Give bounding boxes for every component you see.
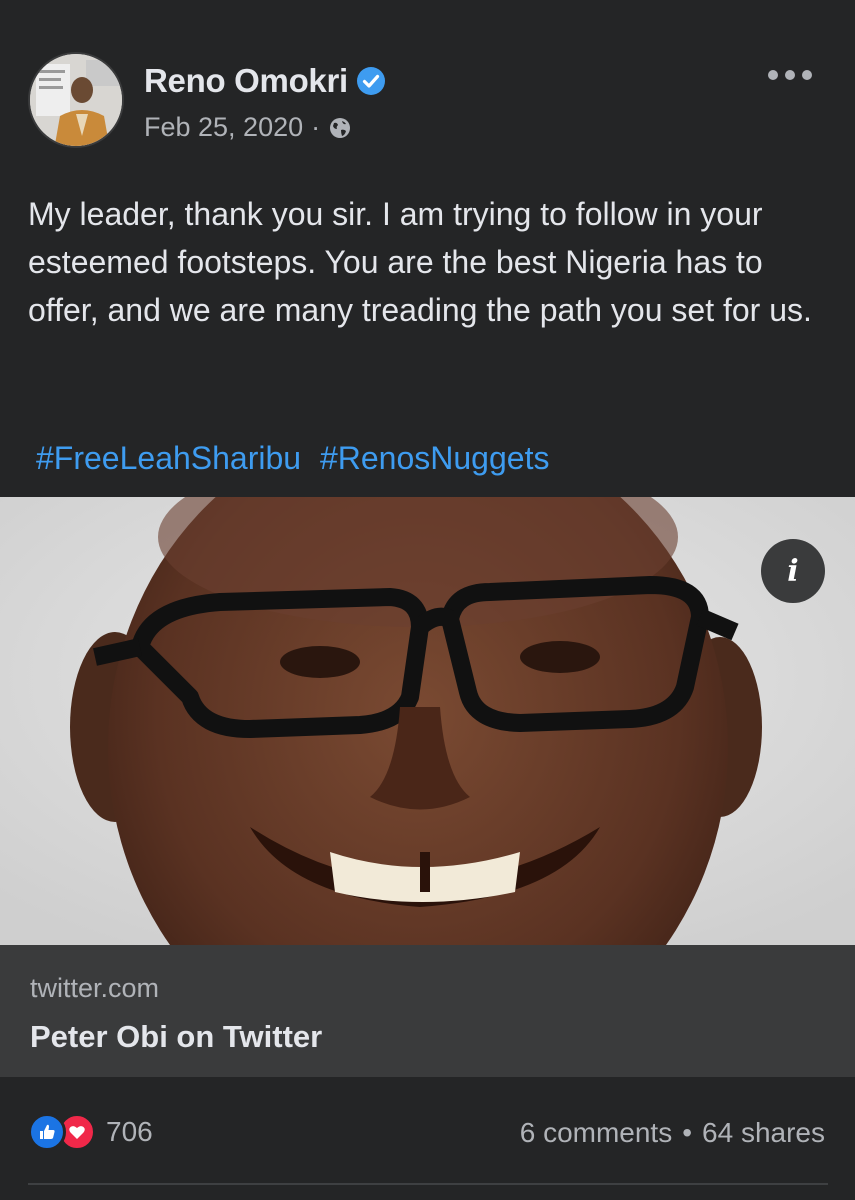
hashtag-link[interactable]: #FreeLeahSharibu: [36, 440, 301, 476]
dot: [802, 70, 812, 80]
author-avatar[interactable]: [28, 52, 124, 148]
comment-share-counts: 6 comments • 64 shares: [520, 1117, 825, 1149]
dot: [768, 70, 778, 80]
avatar-image: [30, 54, 122, 146]
post-date[interactable]: Feb 25, 2020: [144, 112, 303, 143]
post-header: Reno Omokri Feb 25, 2020 ·: [28, 52, 828, 152]
meta-separator: ·: [311, 112, 321, 142]
counts-separator: •: [682, 1117, 693, 1148]
portrait-photo: [0, 497, 855, 945]
comments-count[interactable]: 6 comments: [520, 1117, 673, 1149]
dot: [785, 70, 795, 80]
verified-badge-icon: [356, 67, 385, 95]
reaction-count: 706: [106, 1116, 153, 1147]
post-card: Reno Omokri Feb 25, 2020 · My leader, th…: [0, 0, 855, 1200]
shares-count[interactable]: 64 shares: [702, 1117, 825, 1149]
more-options-icon[interactable]: [768, 60, 812, 90]
link-preview-card[interactable]: twitter.com Peter Obi on Twitter: [0, 945, 855, 1077]
like-icon: [28, 1113, 66, 1151]
author-row: Reno Omokri: [144, 62, 386, 100]
link-domain: twitter.com: [30, 973, 160, 1003]
post-meta: Feb 25, 2020 ·: [144, 112, 352, 143]
divider: [28, 1183, 828, 1185]
info-button[interactable]: i: [761, 539, 825, 603]
engagement-bar: 706 6 comments • 64 shares: [0, 1105, 855, 1165]
post-text: My leader, thank you sir. I am trying to…: [28, 196, 812, 328]
hashtags: #FreeLeahSharibu #RenosNuggets: [36, 440, 559, 477]
link-preview-image[interactable]: i: [0, 497, 855, 945]
link-title[interactable]: Peter Obi on Twitter: [30, 1019, 322, 1055]
reactions-summary[interactable]: 706: [28, 1113, 153, 1151]
globe-icon: [330, 117, 351, 138]
hashtag-link[interactable]: #RenosNuggets: [320, 440, 549, 476]
author-name[interactable]: Reno Omokri: [144, 62, 348, 100]
